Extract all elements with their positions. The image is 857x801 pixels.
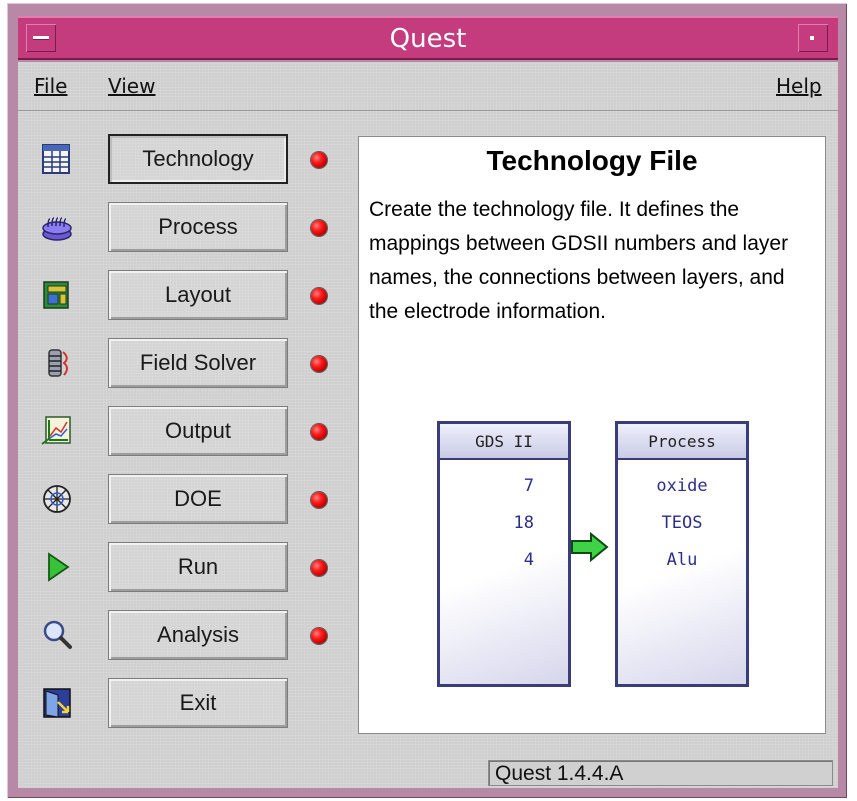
- window-title: Quest: [389, 24, 467, 54]
- status-bar: Quest 1.4.4.A: [488, 760, 833, 786]
- menu-help-label: Help: [776, 74, 822, 98]
- menu-file-label: File: [34, 74, 68, 98]
- sidebar-item-field-solver: Field Solver: [18, 336, 338, 394]
- field-solver-button[interactable]: Field Solver: [108, 338, 288, 388]
- exit-button[interactable]: Exit: [108, 678, 288, 728]
- sidebar-item-doe: DOE: [18, 472, 338, 530]
- run-button[interactable]: Run: [108, 542, 288, 592]
- technology-button[interactable]: Technology: [108, 134, 288, 184]
- sidebar-item-exit: Exit: [18, 676, 338, 734]
- plot-icon: [41, 416, 71, 445]
- gds-row: 4: [523, 550, 534, 570]
- gds-table-header: GDS II: [440, 424, 568, 460]
- panel-description: Create the technology file. It defines t…: [369, 198, 789, 323]
- exit-door-icon: [43, 688, 71, 718]
- gds-row: 18: [513, 513, 534, 533]
- arrow-right-icon: [571, 531, 609, 563]
- process-table: Process oxide TEOS Alu: [615, 421, 749, 687]
- info-panel: Technology File Create the technology fi…: [358, 136, 826, 734]
- play-icon: [48, 552, 70, 582]
- gds-row: 7: [523, 476, 534, 496]
- menu-bar: File View Help: [18, 62, 838, 111]
- layout-icon: [43, 281, 69, 309]
- panel-title: Technology File: [486, 145, 698, 176]
- process-row: oxide: [656, 476, 708, 496]
- layout-status-led: [311, 288, 327, 304]
- table-icon: [42, 144, 70, 174]
- magnifier-icon: [43, 620, 72, 649]
- output-status-led: [311, 424, 327, 440]
- sidebar-item-output: Output: [18, 404, 338, 462]
- doe-button[interactable]: DOE: [108, 474, 288, 524]
- menu-help[interactable]: Help: [776, 74, 822, 98]
- sidebar-item-layout: Layout: [18, 268, 338, 326]
- run-status-led: [311, 560, 327, 576]
- process-table-header: Process: [618, 424, 746, 460]
- analysis-status-led: [311, 628, 327, 644]
- process-button[interactable]: Process: [108, 202, 288, 252]
- analysis-button[interactable]: Analysis: [108, 610, 288, 660]
- menu-view[interactable]: View: [108, 74, 155, 98]
- process-status-led: [311, 220, 327, 236]
- coil-icon: [48, 349, 68, 377]
- grid-target-icon: [43, 485, 71, 513]
- sidebar-item-analysis: Analysis: [18, 608, 338, 666]
- title-bar[interactable]: Quest: [18, 16, 838, 60]
- process-row: Alu: [666, 550, 698, 570]
- field-solver-status-led: [311, 356, 327, 372]
- sidebar-item-run: Run: [18, 540, 338, 598]
- maximize-icon: [810, 36, 814, 40]
- maximize-button[interactable]: [798, 24, 828, 52]
- sidebar-item-process: Process: [18, 200, 338, 258]
- process-row: TEOS: [661, 513, 703, 533]
- gds-table: GDS II 7 18 4: [437, 421, 571, 687]
- output-button[interactable]: Output: [108, 406, 288, 456]
- layers-icon: [42, 217, 72, 241]
- sidebar-item-technology: Technology: [18, 132, 338, 190]
- client-area: File View Help Technology Process Layout…: [18, 62, 838, 788]
- layout-button[interactable]: Layout: [108, 270, 288, 320]
- doe-status-led: [311, 492, 327, 508]
- menu-file[interactable]: File: [34, 74, 67, 98]
- technology-status-led: [311, 152, 327, 168]
- menu-view-label: View: [108, 74, 156, 98]
